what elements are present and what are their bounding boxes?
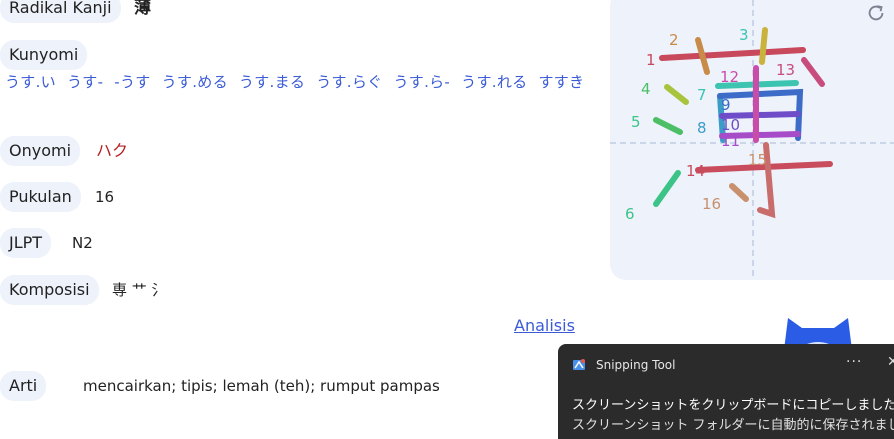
snipping-tool-icon xyxy=(573,359,585,370)
komposisi-value: 専 艹 氵 xyxy=(112,281,167,299)
stroke-4 xyxy=(664,84,689,105)
toast-app-name: Snipping Tool xyxy=(596,358,676,372)
arti-value: mencairkan; tipis; lemah (teh); rumput p… xyxy=(83,377,440,395)
stroke-number: 6 xyxy=(625,205,635,223)
kunyomi-reading: うす.ら- xyxy=(393,73,451,91)
close-button[interactable]: ✕ xyxy=(887,354,894,370)
stroke-number: 15 xyxy=(748,151,767,169)
stroke-number: 5 xyxy=(631,113,641,131)
onyomi-value: ハク xyxy=(96,141,129,160)
radikal-value: 薄 xyxy=(134,0,151,18)
kunyomi-label: Kunyomi xyxy=(0,40,88,70)
stroke-number: 9 xyxy=(721,96,731,114)
analisis-link[interactable]: Analisis xyxy=(514,316,575,335)
stroke-number: 13 xyxy=(776,61,795,79)
more-options-button[interactable]: ··· xyxy=(846,354,862,370)
toast-message-1: スクリーンショットをクリップボードにコピーしました xyxy=(572,398,894,413)
kunyomi-reading: うす.める xyxy=(161,73,228,91)
kunyomi-reading: すすき xyxy=(538,73,585,91)
snipping-tool-toast[interactable]: Snipping Tool ··· ✕ スクリーンショットをクリップボードにコピ… xyxy=(558,344,894,439)
kunyomi-reading: うす.い xyxy=(5,73,56,91)
kunyomi-reading: うす- xyxy=(66,73,104,91)
radikal-label: Radikal Kanji xyxy=(0,0,121,23)
stroke-5 xyxy=(653,117,683,135)
kunyomi-reading: -うす xyxy=(114,73,151,91)
arti-label: Arti xyxy=(0,371,47,401)
kunyomi-reading: うす.まる xyxy=(238,73,306,91)
stroke-number: 8 xyxy=(697,119,707,137)
stroke-number: 7 xyxy=(697,86,707,104)
stroke-number: 16 xyxy=(702,195,721,213)
stroke-3 xyxy=(759,27,768,65)
stroke-16 xyxy=(729,183,749,202)
stroke-1 xyxy=(659,47,806,61)
stroke-number: 4 xyxy=(641,80,651,98)
komposisi-label: Komposisi xyxy=(0,275,99,305)
stroke-13 xyxy=(801,57,825,87)
kunyomi-reading: うす.れる xyxy=(461,73,528,91)
stroke-order-panel[interactable]: 1 2 3 4 5 6 7 8 9 10 11 12 13 14 15 16 xyxy=(610,0,894,280)
stroke-number: 14 xyxy=(686,162,705,180)
jlpt-value: N2 xyxy=(72,234,93,252)
stroke-order-diagram: 1 2 3 4 5 6 7 8 9 10 11 12 13 14 15 16 xyxy=(610,0,894,280)
stroke-number: 11 xyxy=(721,132,740,150)
onyomi-label: Onyomi xyxy=(0,136,81,166)
stroke-number: 3 xyxy=(739,26,749,44)
stroke-number: 12 xyxy=(720,68,739,86)
kunyomi-reading: うす.らぐ xyxy=(316,73,383,91)
kunyomi-readings: うす.い うす- -うす うす.める うす.まる うす.らぐ うす.ら- うす.れる すすき xyxy=(5,72,597,93)
pukulan-value: 16 xyxy=(95,188,115,206)
stroke-6 xyxy=(653,170,681,207)
pukulan-label: Pukulan xyxy=(0,182,81,212)
jlpt-label: JLPT xyxy=(0,228,52,258)
stroke-number: 2 xyxy=(669,31,679,49)
stroke-number: 1 xyxy=(646,51,656,69)
replay-icon[interactable] xyxy=(865,2,887,24)
toast-message-2: スクリーンショット フォルダーに自動的に保存されました。 xyxy=(572,418,894,433)
